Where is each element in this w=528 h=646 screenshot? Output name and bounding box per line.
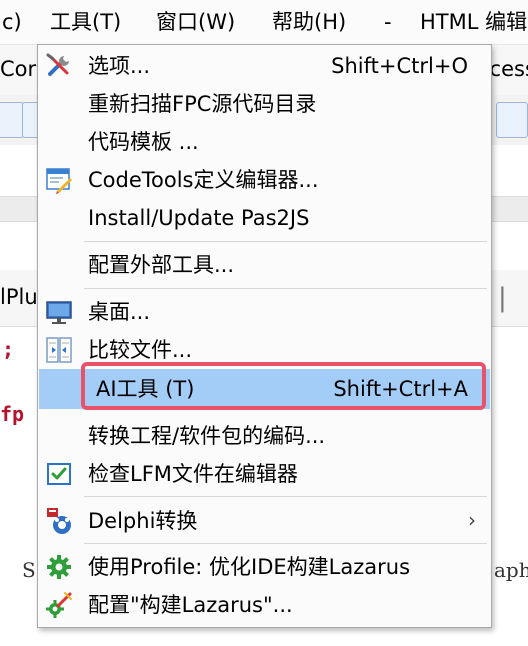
- gear-icon: [47, 555, 71, 579]
- menu-item-label: 配置外部工具...: [88, 253, 235, 277]
- background-toolbar-text-left: Cor: [0, 57, 37, 81]
- menu-item-label: 桌面...: [88, 300, 151, 324]
- background-tab-divider: |: [498, 283, 507, 313]
- code-fragment: ;: [2, 337, 15, 361]
- background-tab-label[interactable]: lPlu: [0, 285, 38, 309]
- menu-item-label: Delphi转换: [88, 509, 198, 533]
- menu-item-delphi-convert[interactable]: Delphi转换 ›: [39, 502, 490, 540]
- background-toolbar-button[interactable]: [0, 102, 24, 138]
- menu-item-label: 比较文件...: [88, 338, 193, 362]
- menu-item-label: 代码模板 ...: [88, 130, 199, 154]
- menu-item-rescan-fpc[interactable]: 重新扫描FPC源代码目录: [39, 85, 490, 123]
- code-fragment: S: [22, 558, 36, 582]
- menu-prev[interactable]: c): [2, 9, 22, 35]
- menu-item-label: 转换工程/软件包的编码...: [88, 424, 326, 448]
- code-fragment: aph: [494, 558, 528, 582]
- menu-item-code-templates[interactable]: 代码模板 ...: [39, 123, 490, 161]
- delphi-icon: [47, 508, 71, 534]
- menu-separator: [84, 543, 487, 544]
- menubar: c) 工具(T) 窗口(W) 帮助(H) - HTML 编辑: [0, 0, 528, 45]
- build-config-icon: [46, 592, 72, 618]
- menu-item-convert-encoding[interactable]: 转换工程/软件包的编码...: [39, 417, 490, 455]
- menu-help[interactable]: 帮助(H): [272, 9, 346, 35]
- menu-item-label: 重新扫描FPC源代码目录: [88, 92, 317, 116]
- menu-separator-dash: -: [384, 10, 392, 34]
- menu-item-label: 使用Profile: 优化IDE构建Lazarus: [88, 555, 411, 579]
- menu-item-label: 配置"构建Lazarus"...: [88, 593, 293, 617]
- menu-item-install-pas2js[interactable]: Install/Update Pas2JS: [39, 199, 490, 237]
- annotation-highlight-box: [81, 362, 486, 410]
- menu-item-desktop[interactable]: 桌面...: [39, 293, 490, 331]
- menu-item-shortcut: Shift+Ctrl+O: [331, 54, 468, 78]
- menu-item-label: Install/Update Pas2JS: [88, 206, 310, 230]
- menu-separator: [84, 496, 487, 497]
- code-fragment: fp: [0, 402, 25, 426]
- submenu-arrow-icon: ›: [468, 508, 476, 532]
- menu-window[interactable]: 窗口(W): [156, 9, 235, 35]
- menu-item-options[interactable]: 选项... Shift+Ctrl+O: [39, 47, 490, 85]
- menu-item-check-lfm[interactable]: 检查LFM文件在编辑器: [39, 455, 490, 493]
- menu-item-label: CodeTools定义编辑器...: [88, 168, 319, 192]
- menu-item-label: 检查LFM文件在编辑器: [88, 462, 298, 486]
- background-toolbar-button[interactable]: [496, 102, 528, 138]
- options-icon: [46, 53, 69, 76]
- menu-item-configure-build[interactable]: 配置"构建Lazarus"...: [39, 586, 490, 624]
- tools-dropdown-menu: 选项... Shift+Ctrl+O 重新扫描FPC源代码目录 代码模板 ...…: [37, 44, 492, 628]
- codetools-icon: [46, 168, 72, 194]
- menu-item-codetools-editor[interactable]: CodeTools定义编辑器...: [39, 161, 490, 199]
- diff-icon: [46, 337, 72, 363]
- check-icon: [47, 463, 71, 485]
- menu-tools[interactable]: 工具(T): [50, 9, 121, 35]
- menu-item-label: 选项...: [88, 54, 151, 78]
- menu-item-use-profile[interactable]: 使用Profile: 优化IDE构建Lazarus: [39, 548, 490, 586]
- menu-separator: [84, 241, 487, 242]
- menu-html-editor[interactable]: HTML 编辑: [420, 9, 527, 35]
- menu-item-external-tools[interactable]: 配置外部工具...: [39, 246, 490, 284]
- menu-separator: [84, 288, 487, 289]
- desktop-icon: [46, 301, 72, 324]
